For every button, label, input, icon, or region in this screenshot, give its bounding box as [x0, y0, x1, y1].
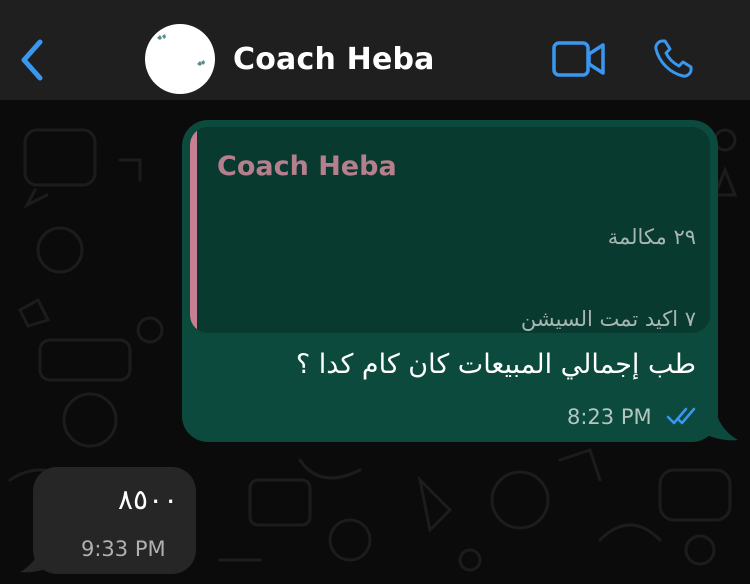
- video-call-button[interactable]: [552, 40, 606, 78]
- butterfly-icon: [157, 34, 205, 66]
- chevron-left-icon: [21, 39, 43, 81]
- phone-icon: [654, 39, 693, 78]
- outgoing-message-time: 8:23 PM: [567, 405, 652, 429]
- incoming-message-time: 9:33 PM: [81, 537, 166, 561]
- quote-accent-bar: [190, 127, 197, 333]
- outgoing-bubble-tail: [700, 418, 738, 441]
- outgoing-message-text: طب إجمالي المبيعات كان كام كدا ؟: [295, 349, 696, 380]
- back-button[interactable]: [16, 38, 50, 82]
- video-camera-icon: [552, 41, 605, 77]
- chat-header: Coach Heba: [0, 0, 750, 100]
- quoted-reply[interactable]: Coach Heba ٢٩ مكالمة ٧ اكيد تمت السيشن: [190, 127, 710, 333]
- quoted-text-line-2: ٧ اكيد تمت السيشن: [520, 307, 696, 331]
- quoted-text-line-1: ٢٩ مكالمة: [607, 225, 696, 249]
- double-check-icon: [666, 407, 696, 425]
- quoted-author: Coach Heba: [217, 151, 397, 182]
- message-list[interactable]: Coach Heba ٢٩ مكالمة ٧ اكيد تمت السيشن ط…: [0, 100, 750, 584]
- contact-avatar[interactable]: [145, 24, 215, 94]
- voice-call-button[interactable]: [652, 38, 694, 80]
- contact-name[interactable]: Coach Heba: [233, 42, 435, 77]
- incoming-message-text: ٨٥٠٠: [118, 483, 179, 516]
